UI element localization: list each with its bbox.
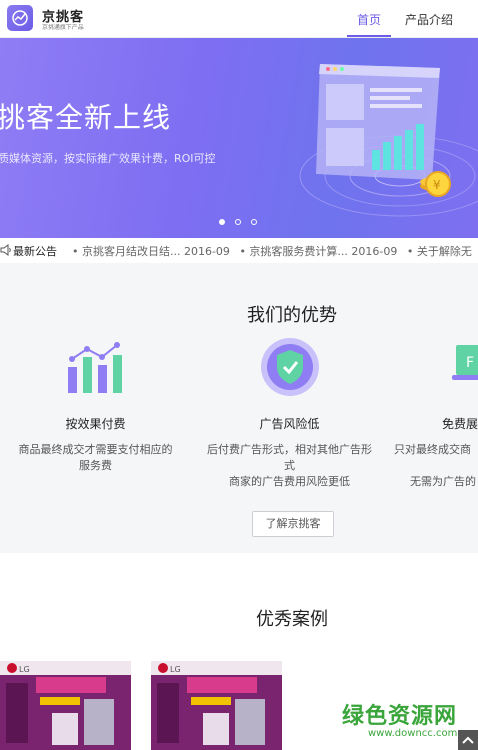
advantage-name: 按效果付费: [65, 417, 126, 431]
svg-text:F: F: [466, 355, 474, 371]
announcement-item[interactable]: • 京挑客月结改日结... 2016-09: [72, 245, 230, 258]
dashboard-illustration: ¥: [299, 64, 478, 217]
nav-home[interactable]: 首页: [357, 11, 381, 28]
advantage-name: 免费展: [442, 417, 478, 431]
announcement-item[interactable]: • 关于解除无: [407, 245, 472, 258]
header: 京挑客 京挑通旗下产品 首页 产品介绍: [0, 0, 478, 38]
advantage-card-pay-by-result: 按效果付费 商品最终成交才需要支付相应的 服务费: [3, 335, 188, 474]
cases-title: 优秀案例: [256, 609, 328, 630]
nav-products[interactable]: 产品介绍: [405, 11, 453, 28]
watermark: 绿色资源网 www.downcc.com: [342, 698, 457, 739]
svg-text:LG: LG: [19, 665, 30, 674]
banner-subtitle: 质媒体资源，按实际推广效果计费，ROI可控: [0, 152, 216, 165]
announcement-label: 最新公告: [13, 245, 57, 258]
advantages-section: 我们的优势 按效果付费 商品最终成交才需要支付相应的 服务费 广告风险低 后付费…: [0, 263, 478, 553]
case-image-2[interactable]: LG: [151, 661, 282, 750]
banner-title: 挑客全新上线: [0, 101, 172, 134]
advantage-desc: 只对最终成交商 无需为广告的: [394, 443, 476, 488]
advantage-desc: 后付费广告形式，相对其他广告形 式 商家的广告费用风险更低: [207, 443, 372, 488]
announcement-list: • 京挑客月结改日结... 2016-09 • 京挑客服务费计算... 2016…: [72, 243, 478, 259]
hero-banner[interactable]: 挑客全新上线 质媒体资源，按实际推广效果计费，ROI可控 ¥: [0, 38, 478, 238]
advantage-card-low-risk: 广告风险低 后付费广告形式，相对其他广告形 式 商家的广告费用风险更低: [197, 335, 382, 490]
logo-icon[interactable]: [7, 5, 33, 31]
speaker-icon: [0, 244, 11, 256]
shield-check-icon: [260, 338, 319, 396]
nav-active-indicator: [347, 35, 391, 37]
carousel-dot-2[interactable]: [235, 219, 241, 225]
svg-text:¥: ¥: [433, 178, 441, 192]
watermark-url: www.downcc.com: [368, 728, 458, 739]
monitor-icon: F: [452, 345, 478, 380]
announcement-bar: 最新公告 • 京挑客月结改日结... 2016-09 • 京挑客服务费计算...…: [0, 238, 478, 263]
advantages-title: 我们的优势: [247, 305, 337, 326]
advantage-card-free-display: F 免费展 只对最终成交商 无需为广告的: [390, 335, 478, 490]
bar-chart-icon: [67, 342, 122, 393]
learn-more-button[interactable]: 了解京挑客: [252, 511, 334, 537]
advantage-desc: 商品最终成交才需要支付相应的 服务费: [18, 443, 173, 472]
watermark-text: 绿色资源网: [342, 704, 458, 729]
chevron-up-icon: [462, 736, 474, 744]
case-image-1[interactable]: LG: [0, 661, 131, 750]
announcement-item[interactable]: • 京挑客服务费计算... 2016-09: [239, 245, 397, 258]
scroll-top-button[interactable]: [458, 730, 478, 750]
brand-subtitle: 京挑通旗下产品: [42, 23, 84, 31]
carousel-dot-1[interactable]: [219, 219, 225, 225]
advantage-name: 广告风险低: [259, 417, 320, 431]
svg-text:LG: LG: [170, 665, 181, 674]
carousel-dot-3[interactable]: [251, 219, 257, 225]
